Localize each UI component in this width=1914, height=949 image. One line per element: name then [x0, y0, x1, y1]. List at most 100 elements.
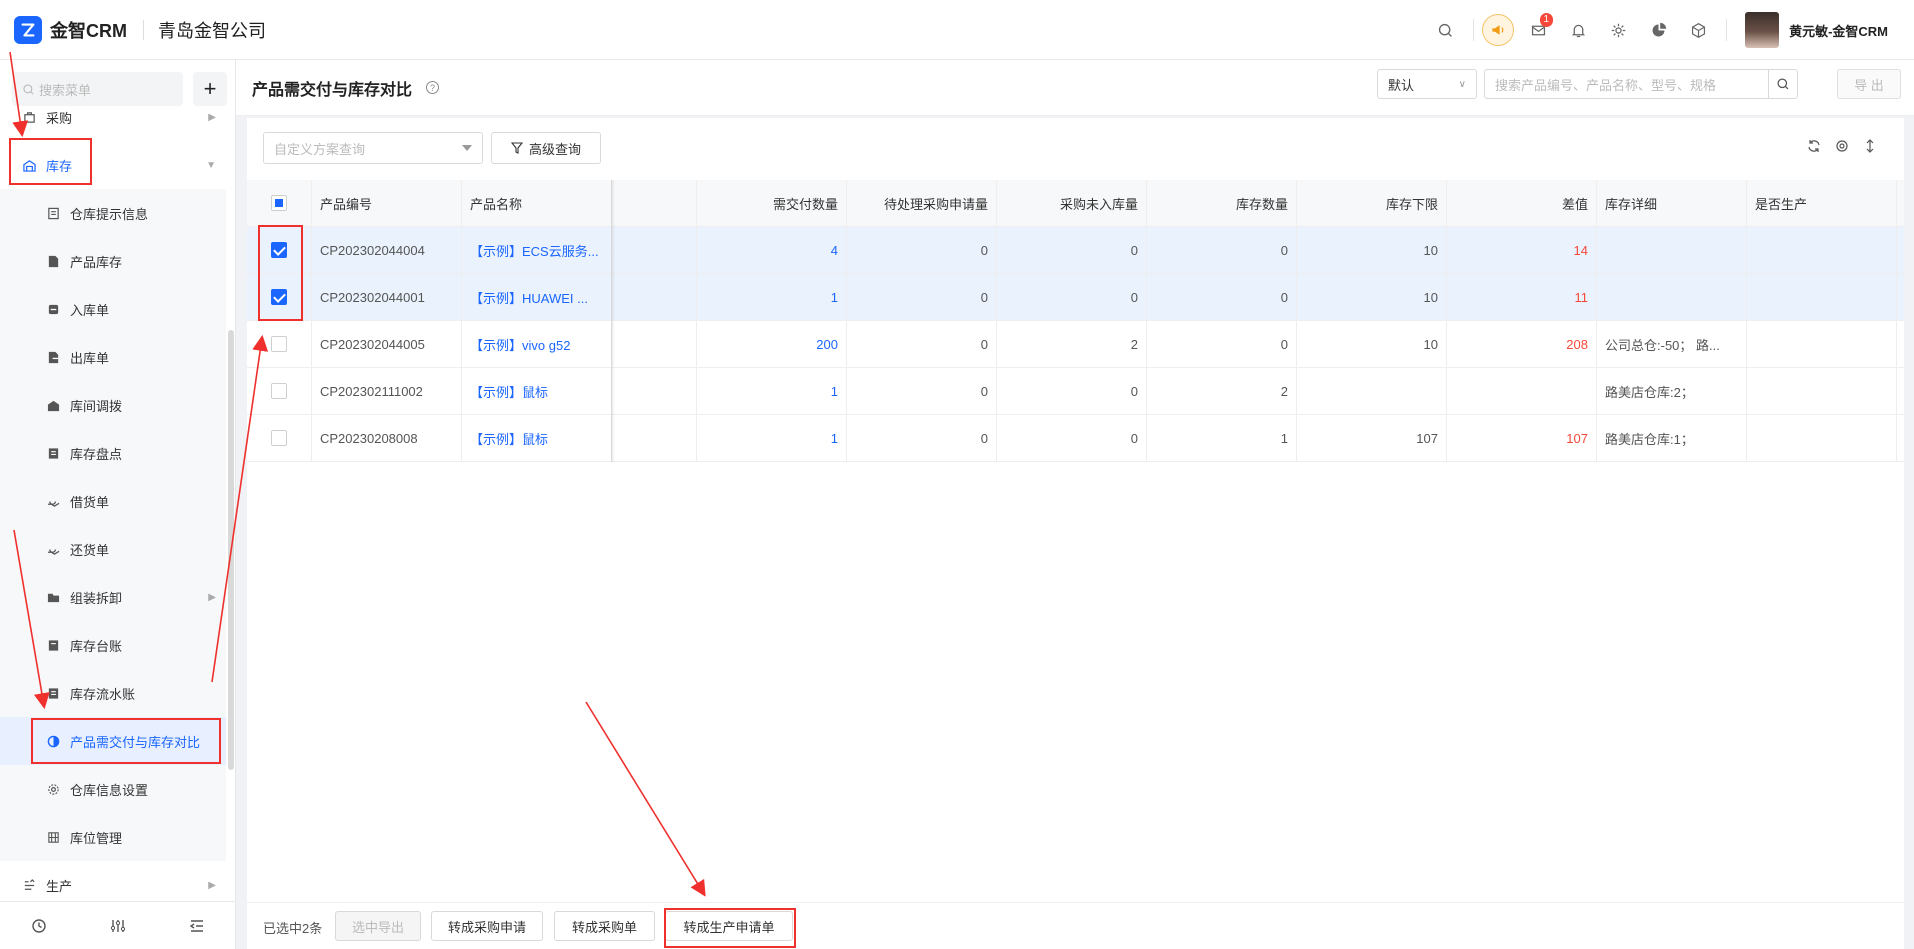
table-row[interactable]: CP202302044004 【示例】ECS云服务... 4 0 0 0 10 …	[247, 227, 1904, 274]
sidebar-item-warehouse-alerts[interactable]: 仓库提示信息	[0, 189, 226, 237]
column-header[interactable]: 待处理采购申请量	[847, 180, 997, 226]
table-row[interactable]: CP202302111002 【示例】鼠标 1 0 0 2 路美店仓库:2；	[247, 368, 1904, 415]
inbound-icon	[46, 302, 60, 316]
announcement-icon[interactable]	[1482, 14, 1515, 46]
divider	[1473, 19, 1475, 41]
advanced-query-label: 高级查询	[528, 141, 581, 157]
deliver-qty-link[interactable]: 200	[697, 321, 847, 367]
row-checkbox[interactable]	[271, 430, 287, 446]
column-header[interactable]: 库存详细	[1597, 180, 1747, 226]
product-name-link[interactable]: 【示例】鼠标	[462, 368, 612, 414]
stock-detail-cell: 路美店仓库:2；	[1597, 368, 1747, 414]
table-cell	[612, 274, 697, 320]
sidebar-item-stocktaking[interactable]: 库存盘点	[0, 429, 226, 477]
bell-icon[interactable]	[1558, 10, 1598, 50]
sidebar-item-assembly[interactable]: 组装拆卸 ▶	[0, 573, 226, 621]
pending-purchase-cell: 0	[847, 227, 997, 273]
sidebar-item-label: 入库单	[70, 302, 110, 318]
row-checkbox[interactable]	[271, 336, 287, 352]
sidebar-item-borrow[interactable]: 借货单	[0, 477, 226, 525]
cube-icon[interactable]	[1678, 10, 1718, 50]
stock-qty-cell: 1	[1147, 415, 1297, 461]
search-icon[interactable]	[1425, 10, 1465, 50]
table-row[interactable]: CP202302044001 【示例】HUAWEI ... 1 0 0 0 10…	[247, 274, 1904, 321]
avatar[interactable]	[1745, 12, 1780, 48]
deliver-qty-link[interactable]: 1	[697, 368, 847, 414]
deliver-qty-link[interactable]: 1	[697, 274, 847, 320]
gear-icon[interactable]	[1598, 10, 1638, 50]
column-header[interactable]: 是否生产	[1747, 180, 1897, 226]
sort-select[interactable]: 默认 ∨	[1377, 69, 1477, 99]
company-name[interactable]: 青岛金智公司	[158, 17, 266, 43]
sidebar-item-label: 组装拆卸	[70, 590, 123, 606]
sidebar-item-outbound[interactable]: 出库单	[0, 333, 226, 381]
select-all-checkbox[interactable]	[271, 195, 287, 211]
diff-cell: 14	[1447, 227, 1597, 273]
collapse-menu-icon[interactable]	[177, 911, 217, 941]
deliver-qty-link[interactable]: 4	[697, 227, 847, 273]
export-button[interactable]: 导 出	[1837, 69, 1901, 99]
settings-icon	[46, 782, 60, 796]
column-header[interactable]: 采购未入库量	[997, 180, 1147, 226]
sidebar-item-purchase[interactable]: 采购 ▶	[0, 93, 226, 141]
sidebar-item-stock-flow[interactable]: 库存流水账	[0, 669, 226, 717]
sidebar-item-location-management[interactable]: 库位管理	[0, 813, 226, 861]
scheme-query-select[interactable]: 自定义方案查询	[263, 132, 483, 164]
caret-down-icon	[462, 145, 472, 151]
advanced-query-button[interactable]: 高级查询	[491, 132, 601, 164]
column-header[interactable]: 产品编号	[312, 180, 462, 226]
stock-min-cell: 10	[1297, 274, 1447, 320]
sidebar-item-label: 采购	[46, 110, 73, 126]
product-name-link[interactable]: 【示例】鼠标	[462, 415, 612, 461]
column-header[interactable]: 差值	[1447, 180, 1597, 226]
help-icon[interactable]: ?	[426, 81, 440, 94]
filter-icon	[510, 142, 523, 154]
product-code-cell: CP20230208008	[312, 415, 462, 461]
sidebar-item-transfer[interactable]: 库间调拨	[0, 381, 226, 429]
product-name-link[interactable]: 【示例】ECS云服务...	[462, 227, 612, 273]
sidebar-scrollbar[interactable]	[228, 330, 234, 770]
sidebar-item-inbound[interactable]: 入库单	[0, 285, 226, 333]
sidebar-item-stock-ledger[interactable]: 库存台账	[0, 621, 226, 669]
stock-detail-cell	[1597, 274, 1747, 320]
sidebar-item-return[interactable]: 还货单	[0, 525, 226, 573]
stock-min-cell: 107	[1297, 415, 1447, 461]
refresh-icon[interactable]	[1806, 138, 1822, 154]
product-search-input[interactable]: 搜索产品编号、产品名称、型号、规格	[1484, 69, 1769, 99]
return-icon	[46, 542, 60, 556]
sidebar-item-label: 库位管理	[70, 830, 123, 846]
sort-select-value: 默认	[1388, 77, 1415, 93]
column-header[interactable]: 库存数量	[1147, 180, 1297, 226]
row-height-icon[interactable]	[1862, 138, 1878, 154]
user-name[interactable]: 黄元敏-金智CRM	[1789, 21, 1888, 40]
to-purchase-request-button[interactable]: 转成采购申请	[431, 911, 543, 941]
pie-chart-icon[interactable]	[1638, 10, 1678, 50]
table-row[interactable]: CP202302044005 【示例】vivo g52 200 0 2 0 10…	[247, 321, 1904, 368]
message-icon[interactable]: 1	[1518, 10, 1558, 50]
product-name-link[interactable]: 【示例】vivo g52	[462, 321, 612, 367]
diff-cell	[1447, 368, 1597, 414]
chevron-right-icon: ▶	[208, 111, 216, 123]
table-row[interactable]: CP20230208008 【示例】鼠标 1 0 0 1 107 107 路美店…	[247, 415, 1904, 462]
purchase-not-in-cell: 0	[997, 415, 1147, 461]
export-selected-button[interactable]: 选中导出	[335, 911, 421, 941]
table-cell	[612, 227, 697, 273]
row-checkbox[interactable]	[271, 383, 287, 399]
column-header[interactable]: 产品名称	[462, 180, 612, 226]
table-cell	[612, 368, 697, 414]
history-icon[interactable]	[19, 911, 59, 941]
deliver-qty-link[interactable]: 1	[697, 415, 847, 461]
settings-icon[interactable]	[1834, 138, 1850, 154]
table-header-row: 产品编号 产品名称 需交付数量 待处理采购申请量 采购未入库量 库存数量 库存下…	[247, 180, 1904, 227]
to-purchase-order-button[interactable]: 转成采购单	[554, 911, 655, 941]
sidebar-item-product-stock[interactable]: 产品库存	[0, 237, 226, 285]
sidebar-item-warehouse-settings[interactable]: 仓库信息设置	[0, 765, 226, 813]
column-header[interactable]: 库存下限	[1297, 180, 1447, 226]
logo[interactable]: 金智CRM	[14, 15, 127, 44]
product-name-link[interactable]: 【示例】HUAWEI ...	[462, 274, 612, 320]
sliders-icon[interactable]	[98, 911, 138, 941]
file-icon	[46, 254, 60, 268]
column-header[interactable]: 需交付数量	[697, 180, 847, 226]
search-button[interactable]	[1768, 69, 1798, 99]
purchase-not-in-cell: 0	[997, 227, 1147, 273]
